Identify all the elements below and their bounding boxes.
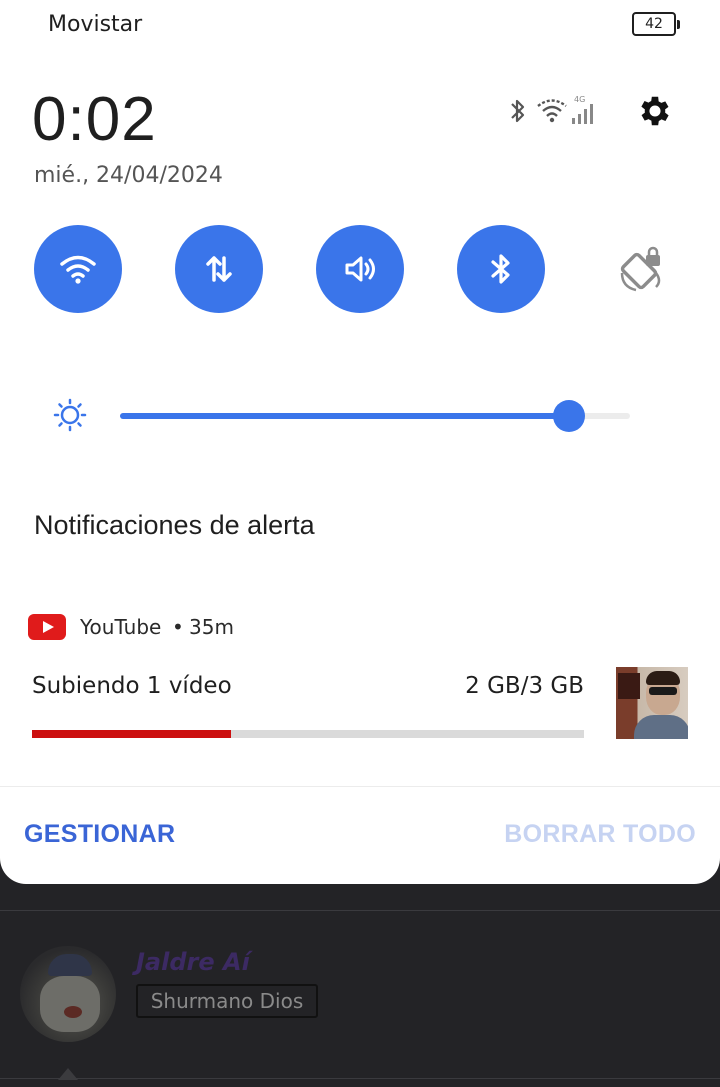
- battery-level: 42: [645, 16, 663, 32]
- battery-icon: 42: [632, 12, 680, 36]
- background-user-avatar: [20, 946, 116, 1042]
- section-title: Notificaciones de alerta: [34, 510, 315, 540]
- video-thumbnail: [616, 667, 688, 739]
- brightness-slider[interactable]: [120, 400, 630, 432]
- clear-all-button[interactable]: BORRAR TODO: [504, 820, 696, 849]
- actions-divider: [0, 786, 720, 787]
- sun-icon: [53, 398, 87, 432]
- settings-gear-icon[interactable]: [636, 92, 674, 130]
- carrier-name: Movistar: [48, 12, 143, 37]
- notification-upload-size: 2 GB/3 GB: [465, 673, 584, 699]
- background-user-badge: Shurmano Dios: [136, 984, 318, 1018]
- background-divider-bottom: [0, 1078, 720, 1079]
- upload-progress-bar: [32, 730, 584, 738]
- bluetooth-icon: [491, 254, 510, 284]
- notification-separator: •: [172, 615, 184, 639]
- tile-mobile-data[interactable]: [175, 225, 263, 313]
- youtube-icon: [28, 614, 66, 640]
- background-user-name: Jaldre Aí: [136, 948, 250, 976]
- clock: 0:02: [32, 85, 157, 154]
- background-caret: [58, 1068, 78, 1080]
- brightness-slider-thumb[interactable]: [552, 400, 585, 432]
- brightness-slider-fill: [120, 413, 569, 419]
- bluetooth-icon: [511, 99, 525, 123]
- upload-progress-fill: [32, 730, 231, 738]
- date: mié., 24/04/2024: [34, 163, 223, 188]
- notification-title: Subiendo 1 vídeo: [32, 673, 232, 699]
- notification-app-name: YouTube: [80, 615, 162, 639]
- network-type: 4G: [574, 95, 585, 104]
- youtube-upload-notification[interactable]: YouTube • 35m Subiendo 1 vídeo 2 GB/3 GB: [0, 574, 720, 786]
- background-divider: [0, 910, 720, 911]
- speaker-icon: [345, 256, 375, 282]
- notification-shade: Movistar 42 0:02 mié., 24/04/2024 4G Not…: [0, 0, 720, 884]
- notification-time: 35m: [189, 615, 234, 639]
- manage-button[interactable]: GESTIONAR: [24, 820, 175, 849]
- status-bar: Movistar 42: [0, 0, 720, 52]
- data-arrows-icon: [206, 256, 232, 282]
- wifi-icon: [537, 99, 567, 123]
- signal-icon: 4G: [572, 95, 593, 124]
- rotate-lock-icon: [620, 246, 661, 292]
- tile-wifi[interactable]: [34, 225, 122, 313]
- system-status-icons: 4G: [506, 94, 600, 130]
- tile-auto-rotate[interactable]: [598, 225, 686, 313]
- tile-sound[interactable]: [316, 225, 404, 313]
- wifi-icon: [60, 255, 96, 284]
- tile-bluetooth[interactable]: [457, 225, 545, 313]
